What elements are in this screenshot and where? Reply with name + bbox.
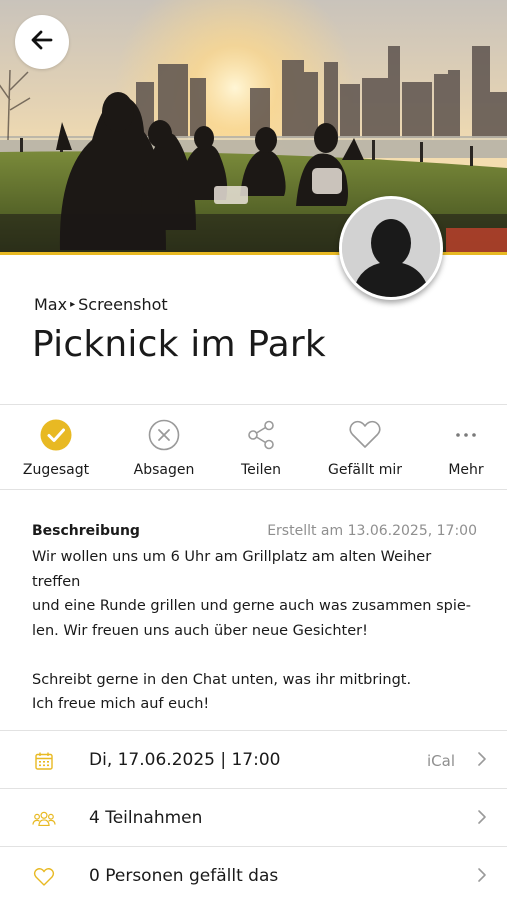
- description-line: len. Wir freuen uns auch über neue Gesic…: [32, 622, 368, 639]
- description-heading: Beschreibung: [32, 523, 140, 539]
- person-silhouette-icon: [342, 199, 440, 297]
- more-button[interactable]: Mehr: [436, 405, 496, 491]
- decline-button[interactable]: Absagen: [128, 405, 200, 491]
- calendar-icon: [32, 749, 56, 773]
- description-line: Ich freue mich auf euch!: [32, 696, 210, 712]
- action-label: Teilen: [240, 462, 282, 478]
- event-info-list: Di, 17.06.2025 | 17:00 iCal 4 Teilnahmen: [0, 730, 507, 900]
- description-paragraph: Wir wollen uns um 6 Uhr am Grillplatz am…: [32, 545, 480, 643]
- breadcrumb: Max ▸ Screenshot: [34, 295, 168, 314]
- event-date: Di, 17.06.2025 | 17:00: [89, 750, 281, 770]
- organizer-avatar[interactable]: [339, 196, 443, 300]
- share-button[interactable]: Teilen: [225, 405, 297, 491]
- participants-count: 4 Teilnahmen: [89, 808, 203, 828]
- likes-count: 0 Personen gefällt das: [89, 866, 279, 886]
- like-button[interactable]: Gefällt mir: [320, 405, 410, 491]
- accept-button[interactable]: Zugesagt: [20, 405, 92, 491]
- created-timestamp: Erstellt am 13.06.2025, 17:00: [267, 523, 477, 539]
- chevron-right-icon: [477, 751, 487, 771]
- description-line: und eine Runde grillen und gerne auch wa…: [32, 598, 472, 614]
- description-line: Wir wollen uns um 6 Uhr am Grillplatz am…: [32, 549, 432, 590]
- chevron-right-icon: [477, 809, 487, 829]
- heart-icon: [32, 865, 56, 889]
- description-header: Beschreibung Erstellt am 13.06.2025, 17:…: [32, 523, 477, 539]
- more-icon: [449, 418, 483, 452]
- description-text: Wir wollen uns um 6 Uhr am Grillplatz am…: [32, 545, 480, 717]
- action-bar: Zugesagt Absagen Teilen Gefällt mir Mehr: [0, 404, 507, 490]
- check-circle-icon: [39, 418, 73, 452]
- chevron-right-icon: [477, 867, 487, 887]
- description-line: Schreibt gerne in den Chat unten, was ih…: [32, 671, 412, 688]
- date-row[interactable]: Di, 17.06.2025 | 17:00 iCal: [0, 730, 507, 788]
- description-paragraph: Schreibt gerne in den Chat unten, was ih…: [32, 668, 480, 717]
- breadcrumb-group[interactable]: Screenshot: [78, 295, 168, 314]
- action-label: Zugesagt: [22, 462, 90, 478]
- x-circle-icon: [147, 418, 181, 452]
- page-title: Picknick im Park: [32, 324, 326, 365]
- action-label: Gefällt mir: [328, 462, 402, 478]
- action-label: Absagen: [133, 462, 195, 478]
- arrow-left-icon: [30, 28, 54, 56]
- back-button[interactable]: [15, 15, 69, 69]
- participants-row[interactable]: 4 Teilnahmen: [0, 788, 507, 846]
- likes-row[interactable]: 0 Personen gefällt das: [0, 846, 507, 900]
- share-icon: [244, 418, 278, 452]
- heart-icon: [348, 418, 382, 452]
- breadcrumb-separator: ▸: [70, 299, 76, 310]
- breadcrumb-owner[interactable]: Max: [34, 295, 67, 314]
- group-icon: [32, 807, 56, 831]
- ical-link[interactable]: iCal: [427, 752, 455, 770]
- action-label: Mehr: [448, 462, 484, 478]
